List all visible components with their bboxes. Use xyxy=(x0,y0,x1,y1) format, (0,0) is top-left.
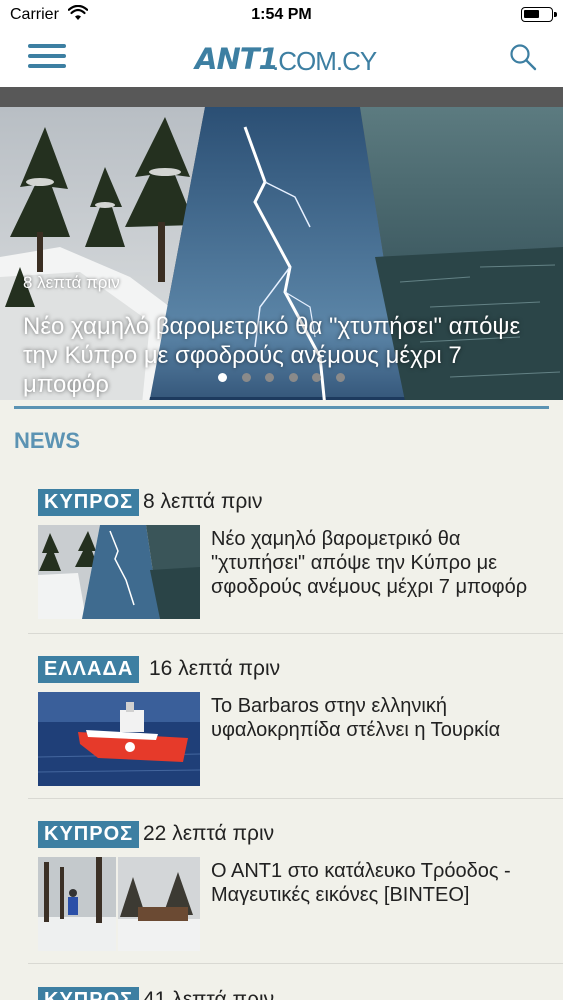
status-bar: Carrier 1:54 PM xyxy=(0,0,563,30)
item-separator xyxy=(28,633,563,634)
slider-dot[interactable] xyxy=(265,373,275,382)
slider-pagination[interactable] xyxy=(0,369,563,382)
news-time: 8 λεπτά πριν xyxy=(143,490,263,513)
category-badge[interactable]: ΚΥΠΡΟΣ xyxy=(38,987,140,1000)
item-separator xyxy=(28,798,563,799)
slider-dot[interactable] xyxy=(241,373,251,382)
news-title[interactable]: Ο ΑΝΤ1 στο κατάλευκο Τρόοδος - Μαγευτικέ… xyxy=(211,859,551,907)
slider-dot-active[interactable] xyxy=(218,373,228,382)
news-time: 41 λεπτά πριν xyxy=(143,988,275,1000)
category-badge[interactable]: ΕΛΛΑΔΑ xyxy=(38,656,140,683)
news-item[interactable]: ΕΛΛΑΔΑ 16 λεπτά πριν Το Barbaros στην ελ… xyxy=(28,656,563,799)
news-thumbnail[interactable] xyxy=(38,525,200,619)
item-separator xyxy=(28,963,563,964)
logo-main-text: ANT1 xyxy=(195,42,279,76)
news-title[interactable]: Το Barbaros στην ελληνική υφαλοκρηπίδα σ… xyxy=(211,694,551,742)
news-thumbnail[interactable] xyxy=(38,692,200,786)
search-icon[interactable] xyxy=(509,43,537,71)
hamburger-line xyxy=(28,54,66,58)
news-time: 16 λεπτά πριν xyxy=(149,657,281,680)
section-divider xyxy=(14,406,549,409)
news-thumbnail[interactable] xyxy=(38,857,200,951)
category-badge[interactable]: ΚΥΠΡΟΣ xyxy=(38,821,140,848)
hamburger-line xyxy=(28,44,66,48)
menu-button[interactable] xyxy=(28,43,68,73)
news-item[interactable]: ΚΥΠΡΟΣ 41 λεπτά πριν xyxy=(28,987,563,1000)
news-item[interactable]: ΚΥΠΡΟΣ 22 λεπτά πριν Ο ΑΝΤ1 στο κατάλευκ… xyxy=(28,821,563,964)
news-section-heading: NEWS xyxy=(14,428,80,453)
hero-slider[interactable]: 8 λεπτά πριν Νέο χαμηλό βαρομετρικό θα "… xyxy=(0,87,563,400)
nav-bar: ANT1 .COM.CY xyxy=(0,30,563,87)
battery-icon xyxy=(521,7,557,22)
hero-time: 8 λεπτά πριν xyxy=(23,273,120,292)
news-time: 22 λεπτά πριν xyxy=(143,822,275,845)
hero-title[interactable]: Νέο χαμηλό βαρομετρικό θα "χτυπήσει" από… xyxy=(23,312,523,399)
news-item[interactable]: ΚΥΠΡΟΣ 8 λεπτά πριν Νέο χαμηλό βαρομετρι… xyxy=(28,489,563,634)
ant1-logo[interactable]: ANT1 .COM.CY xyxy=(190,36,377,76)
slider-dot[interactable] xyxy=(335,373,345,382)
news-title[interactable]: Νέο χαμηλό βαρομετρικό θα "χτυπήσει" από… xyxy=(211,527,551,599)
hamburger-line xyxy=(28,64,66,68)
slider-dot[interactable] xyxy=(288,373,298,382)
slider-dot[interactable] xyxy=(312,373,322,382)
logo-domain-text: .COM.CY xyxy=(272,46,377,76)
category-badge[interactable]: ΚΥΠΡΟΣ xyxy=(38,489,140,516)
clock: 1:54 PM xyxy=(251,6,312,23)
